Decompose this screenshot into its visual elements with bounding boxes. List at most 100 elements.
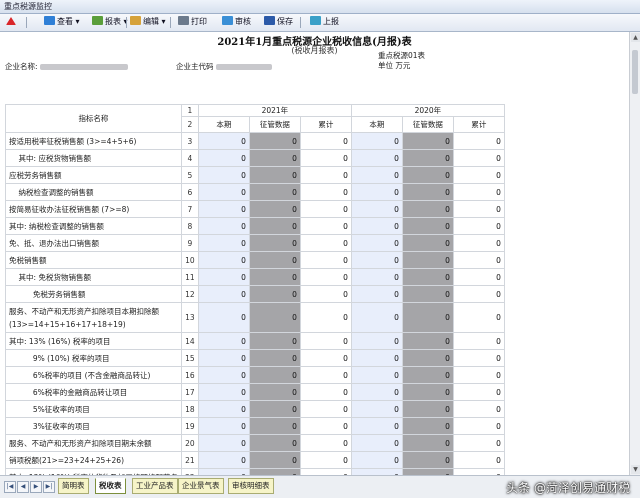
verify-value-cell: 0 (248, 417, 301, 435)
value-input-cell[interactable]: 0 (197, 268, 250, 286)
value-input-cell[interactable]: 0 (299, 434, 352, 452)
value-input-cell[interactable]: 0 (452, 251, 505, 269)
value-input-cell[interactable]: 0 (452, 234, 505, 252)
value-input-cell[interactable]: 0 (350, 451, 403, 469)
value-input-cell[interactable]: 0 (350, 268, 403, 286)
sheet-tab[interactable]: 简明表 (58, 478, 89, 494)
sheet-tab[interactable]: 税收表 (95, 478, 126, 494)
value-input-cell[interactable]: 0 (299, 234, 352, 252)
scroll-down-icon[interactable]: ▼ (631, 465, 640, 474)
value-input-cell[interactable]: 0 (350, 366, 403, 384)
report-menu-button[interactable]: 报表 ▾ (92, 16, 128, 28)
audit-button[interactable]: 审核 (222, 16, 251, 28)
value-input-cell[interactable]: 0 (350, 132, 403, 150)
value-input-cell[interactable]: 0 (197, 332, 250, 350)
value-input-cell[interactable]: 0 (350, 200, 403, 218)
value-input-cell[interactable]: 0 (299, 285, 352, 303)
value-input-cell[interactable]: 0 (350, 183, 403, 201)
value-input-cell[interactable]: 0 (452, 302, 505, 333)
value-input-cell[interactable]: 0 (197, 183, 250, 201)
value-input-cell[interactable]: 0 (197, 149, 250, 167)
sheet-tab[interactable]: 企业景气表 (178, 478, 224, 494)
value-input-cell[interactable]: 0 (299, 217, 352, 235)
value-input-cell[interactable]: 0 (452, 217, 505, 235)
value-input-cell[interactable]: 0 (299, 383, 352, 401)
header-verify: 征管数据 (248, 116, 301, 133)
view-menu-button[interactable]: 查看 ▾ (44, 16, 80, 28)
value-input-cell[interactable]: 0 (299, 417, 352, 435)
value-input-cell[interactable]: 0 (197, 217, 250, 235)
value-input-cell[interactable]: 0 (452, 285, 505, 303)
value-input-cell[interactable]: 0 (197, 349, 250, 367)
vertical-scrollbar[interactable]: ▲ ▼ (629, 32, 640, 475)
value-input-cell[interactable]: 0 (299, 332, 352, 350)
print-button[interactable]: 打印 (178, 16, 207, 28)
submit-button[interactable]: 上报 (310, 16, 339, 28)
value-input-cell[interactable]: 0 (299, 200, 352, 218)
value-input-cell[interactable]: 0 (350, 302, 403, 333)
save-button[interactable]: 保存 (264, 16, 293, 28)
value-input-cell[interactable]: 0 (452, 332, 505, 350)
scroll-thumb[interactable] (632, 50, 638, 94)
value-input-cell[interactable]: 0 (452, 417, 505, 435)
value-input-cell[interactable]: 0 (350, 234, 403, 252)
value-input-cell[interactable]: 0 (452, 383, 505, 401)
value-input-cell[interactable]: 0 (299, 366, 352, 384)
value-input-cell[interactable]: 0 (350, 400, 403, 418)
value-input-cell[interactable]: 0 (197, 400, 250, 418)
value-input-cell[interactable]: 0 (197, 417, 250, 435)
value-input-cell[interactable]: 0 (350, 251, 403, 269)
value-input-cell[interactable]: 0 (299, 166, 352, 184)
sheet-tab[interactable]: 工业产品表 (132, 478, 178, 494)
value-input-cell[interactable]: 0 (350, 417, 403, 435)
value-input-cell[interactable]: 0 (197, 234, 250, 252)
first-sheet-button[interactable]: |◀ (4, 481, 16, 493)
value-input-cell[interactable]: 0 (350, 332, 403, 350)
sheet-tab[interactable]: 审核明细表 (228, 478, 274, 494)
value-input-cell[interactable]: 0 (299, 183, 352, 201)
value-input-cell[interactable]: 0 (350, 217, 403, 235)
value-input-cell[interactable]: 0 (350, 349, 403, 367)
value-input-cell[interactable]: 0 (350, 383, 403, 401)
value-input-cell[interactable]: 0 (452, 183, 505, 201)
value-input-cell[interactable]: 0 (197, 285, 250, 303)
value-input-cell[interactable]: 0 (197, 302, 250, 333)
value-input-cell[interactable]: 0 (452, 149, 505, 167)
value-input-cell[interactable]: 0 (452, 400, 505, 418)
value-input-cell[interactable]: 0 (299, 132, 352, 150)
value-input-cell[interactable]: 0 (350, 434, 403, 452)
value-input-cell[interactable]: 0 (197, 366, 250, 384)
value-input-cell[interactable]: 0 (197, 383, 250, 401)
last-sheet-button[interactable]: ▶| (43, 481, 55, 493)
value-input-cell[interactable]: 0 (299, 251, 352, 269)
value-input-cell[interactable]: 0 (452, 349, 505, 367)
value-input-cell[interactable]: 0 (299, 268, 352, 286)
header-current: 本期 (197, 116, 250, 133)
value-input-cell[interactable]: 0 (197, 166, 250, 184)
value-input-cell[interactable]: 0 (452, 434, 505, 452)
value-input-cell[interactable]: 0 (452, 166, 505, 184)
scroll-up-icon[interactable]: ▲ (631, 33, 640, 42)
value-input-cell[interactable]: 0 (452, 268, 505, 286)
value-input-cell[interactable]: 0 (299, 149, 352, 167)
home-button[interactable] (6, 16, 18, 28)
value-input-cell[interactable]: 0 (197, 132, 250, 150)
edit-menu-button[interactable]: 编辑 ▾ (130, 16, 166, 28)
value-input-cell[interactable]: 0 (299, 349, 352, 367)
prev-sheet-button[interactable]: ◀ (17, 481, 29, 493)
value-input-cell[interactable]: 0 (452, 132, 505, 150)
value-input-cell[interactable]: 0 (299, 451, 352, 469)
value-input-cell[interactable]: 0 (197, 251, 250, 269)
value-input-cell[interactable]: 0 (299, 400, 352, 418)
value-input-cell[interactable]: 0 (452, 366, 505, 384)
value-input-cell[interactable]: 0 (197, 200, 250, 218)
next-sheet-button[interactable]: ▶ (30, 481, 42, 493)
value-input-cell[interactable]: 0 (197, 434, 250, 452)
value-input-cell[interactable]: 0 (350, 285, 403, 303)
value-input-cell[interactable]: 0 (452, 200, 505, 218)
value-input-cell[interactable]: 0 (299, 302, 352, 333)
value-input-cell[interactable]: 0 (197, 451, 250, 469)
value-input-cell[interactable]: 0 (350, 149, 403, 167)
value-input-cell[interactable]: 0 (350, 166, 403, 184)
value-input-cell[interactable]: 0 (452, 451, 505, 469)
